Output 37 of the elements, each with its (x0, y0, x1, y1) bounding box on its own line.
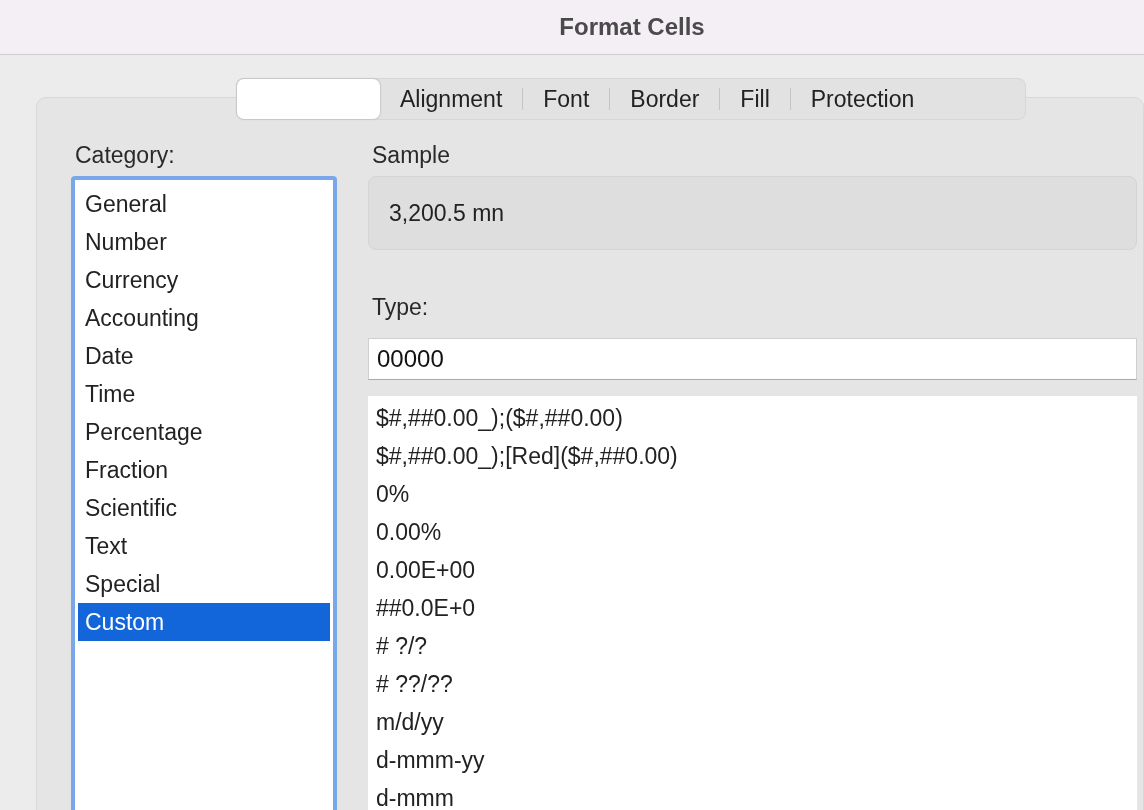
category-item[interactable]: Number (78, 223, 330, 261)
type-item[interactable]: 0.00E+00 (368, 551, 1137, 589)
category-item[interactable]: Percentage (78, 413, 330, 451)
type-item[interactable]: $#,##0.00_);[Red]($#,##0.00) (368, 437, 1137, 475)
category-item[interactable]: Special (78, 565, 330, 603)
category-label: Category: (75, 144, 176, 166)
type-field[interactable]: 00000 (368, 338, 1137, 380)
tab[interactable]: Font (523, 79, 610, 119)
type-item[interactable]: 0% (368, 475, 1137, 513)
type-item[interactable]: $#,##0.00_);($#,##0.00) (368, 399, 1137, 437)
category-item[interactable]: Accounting (78, 299, 330, 337)
category-item[interactable]: General (78, 185, 330, 223)
tab[interactable]: Protection (790, 79, 935, 119)
type-label: Type: (372, 296, 430, 318)
type-item[interactable]: d-mmm-yy (368, 741, 1137, 779)
type-list[interactable]: $#,##0.00_);($#,##0.00) $#,##0.00_);[Red]($#,##0.00) 0% 0.00% 0.00E+00 ##0.0E+0 # ?/? # ??/?? m/d/yy d-mmm-yy d-mmm (368, 396, 1137, 810)
type-item[interactable]: 0.00% (368, 513, 1137, 551)
category-list[interactable]: General Number Currency Accounting Date Time Percentage Fraction Scientific Text Special Custom (71, 176, 337, 810)
type-item[interactable]: ##0.0E+0 (368, 589, 1137, 627)
category-item[interactable]: Scientific (78, 489, 330, 527)
category-item[interactable]: Time (78, 375, 330, 413)
type-item[interactable]: d-mmm (368, 779, 1137, 810)
category-item[interactable]: Fraction (78, 451, 330, 489)
tab[interactable]: Border (610, 79, 720, 119)
category-item[interactable]: Custom (78, 603, 330, 641)
window-title: Format Cells (559, 13, 705, 41)
tab[interactable] (237, 79, 380, 119)
sample-label: Sample (372, 144, 451, 166)
sample-preview: 3,200.5 mn (368, 176, 1137, 250)
tab[interactable]: Fill (720, 79, 790, 119)
category-item[interactable]: Date (78, 337, 330, 375)
type-item[interactable]: # ?/? (368, 627, 1137, 665)
category-item[interactable]: Currency (78, 261, 330, 299)
type-item[interactable]: m/d/yy (368, 703, 1137, 741)
tab[interactable]: Alignment (380, 79, 523, 119)
type-item[interactable]: # ??/?? (368, 665, 1137, 703)
category-item[interactable]: Text (78, 527, 330, 565)
